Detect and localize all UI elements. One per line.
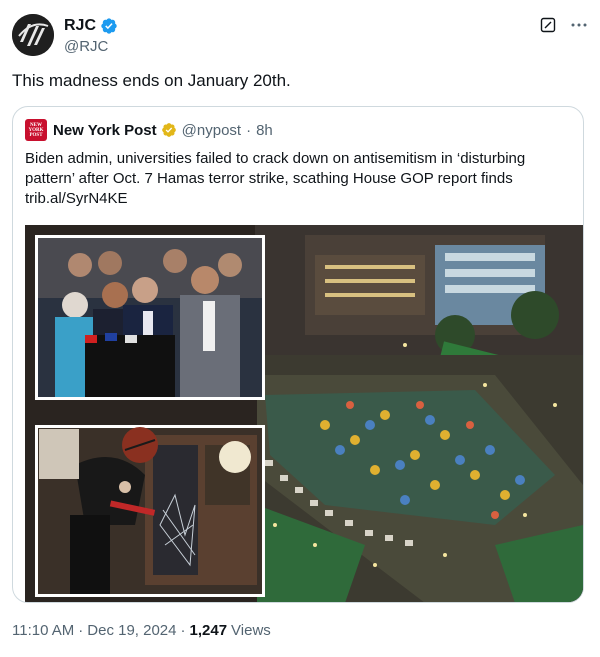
tweet-footer: 11:10 AM · Dec 19, 2024 · 1,247 Views bbox=[12, 622, 271, 639]
quoted-tweet[interactable]: NEW YORK POST New York Post @nypost · 8h… bbox=[12, 106, 584, 603]
quote-handle[interactable]: @nypost bbox=[182, 122, 241, 139]
quote-media-image[interactable] bbox=[25, 225, 583, 602]
tweet-header: RJC @RJC bbox=[12, 12, 588, 62]
display-name[interactable]: RJC bbox=[64, 17, 96, 35]
quote-body-text: Biden admin, universities failed to crac… bbox=[25, 150, 526, 187]
news-photo-collage bbox=[25, 225, 583, 602]
header-actions bbox=[540, 16, 588, 34]
views-label: Views bbox=[231, 622, 271, 639]
author-block: RJC @RJC bbox=[64, 16, 118, 55]
author-handle[interactable]: @RJC bbox=[64, 38, 118, 55]
grok-icon[interactable] bbox=[540, 17, 556, 33]
nypost-logo[interactable]: NEW YORK POST bbox=[25, 119, 47, 141]
tweet-text: This madness ends on January 20th. bbox=[12, 71, 291, 90]
quote-body: Biden admin, universities failed to crac… bbox=[25, 149, 575, 209]
avatar[interactable] bbox=[12, 14, 54, 56]
tweet-time[interactable]: 11:10 AM bbox=[12, 622, 74, 639]
quote-link[interactable]: trib.al/SyrN4KE bbox=[25, 190, 128, 207]
quote-age[interactable]: 8h bbox=[256, 122, 273, 139]
more-options-icon[interactable] bbox=[570, 16, 588, 34]
rjc-logo-icon bbox=[12, 14, 54, 56]
footer-separator: · bbox=[180, 622, 186, 639]
quote-source-name[interactable]: New York Post bbox=[53, 122, 157, 139]
quote-separator: · bbox=[246, 121, 252, 139]
nypost-logo-text: NEW YORK POST bbox=[28, 122, 44, 138]
tweet-date[interactable]: Dec 19, 2024 bbox=[87, 622, 176, 639]
verified-badge-icon bbox=[101, 18, 117, 34]
quote-header: NEW YORK POST New York Post @nypost · 8h bbox=[25, 119, 273, 141]
verified-gold-badge-icon bbox=[161, 123, 176, 137]
views-count[interactable]: 1,247 bbox=[190, 622, 228, 639]
footer-separator: · bbox=[78, 622, 84, 639]
